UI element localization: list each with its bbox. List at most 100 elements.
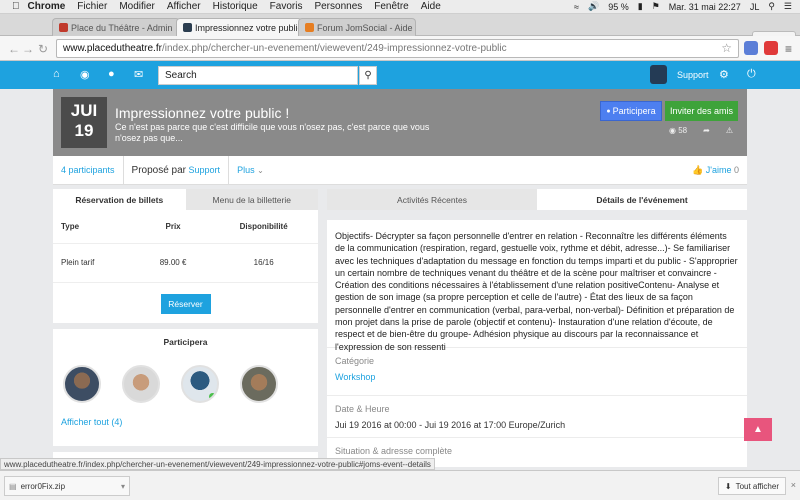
avatar[interactable]: [181, 365, 219, 403]
datetime-label: Date & Heure: [335, 404, 390, 414]
browser-tab-strip: Place du Théâtre - Admin × Impressionnez…: [0, 14, 800, 48]
proposed-by-label: Proposé par: [131, 164, 187, 176]
search-icon: ⚲: [364, 70, 372, 81]
avatar[interactable]: [650, 65, 667, 84]
online-indicator: [209, 393, 216, 400]
tab-recent-activity[interactable]: Activités Récentes: [327, 189, 537, 210]
menu-fenetre[interactable]: Fenêtre: [374, 1, 408, 12]
event-subtitle: Ce n'est pas parce que c'est difficile q…: [115, 122, 430, 143]
favicon-icon: [183, 23, 192, 32]
list-icon[interactable]: ☰: [784, 1, 792, 12]
tab-title: Forum JomSocial - Aide p: [317, 22, 416, 33]
tab-admin[interactable]: Place du Théâtre - Admin ×: [52, 18, 180, 36]
battery-text[interactable]: 95 %: [608, 2, 629, 12]
tab-forum[interactable]: Forum JomSocial - Aide p ×: [298, 18, 416, 36]
menu-personnes[interactable]: Personnes: [314, 1, 362, 12]
reserve-button[interactable]: Réserver: [160, 294, 211, 314]
volume-icon[interactable]: 🔊: [588, 1, 599, 12]
attendees-card: Participera Afficher tout (4): [53, 329, 318, 446]
event-date-box: JUI 19: [61, 97, 107, 148]
menu-afficher[interactable]: Afficher: [167, 1, 201, 12]
cell-price: 89.00 €: [159, 258, 187, 268]
col-type: Type: [53, 210, 137, 244]
table-header-row: Type Prix Disponibilité: [53, 210, 318, 244]
more-dropdown[interactable]: Plus: [237, 165, 255, 175]
tab-event[interactable]: Impressionnez votre public ×: [176, 18, 302, 36]
show-all-link[interactable]: Afficher tout (4): [53, 403, 318, 437]
menu-modifier[interactable]: Modifier: [119, 1, 155, 12]
search-icon[interactable]: ⚲: [768, 1, 775, 12]
proposer-link[interactable]: Support: [189, 165, 221, 175]
menu-favoris[interactable]: Favoris: [270, 1, 303, 12]
flag-icon[interactable]: ⚑: [652, 1, 660, 12]
reload-icon[interactable]: ↻: [38, 42, 48, 56]
battery-icon[interactable]: ▮: [638, 1, 643, 12]
menu-historique[interactable]: Historique: [213, 1, 258, 12]
tab-reservation[interactable]: Réservation de billets: [53, 189, 186, 210]
back-icon[interactable]: ←: [8, 42, 20, 56]
avatar[interactable]: [240, 365, 278, 403]
show-all-downloads-button[interactable]: ⬇ Tout afficher: [717, 477, 786, 495]
report-icon[interactable]: ⚠: [726, 126, 733, 135]
scroll-top-button[interactable]: ▲: [744, 418, 772, 441]
participate-button[interactable]: ● Participera: [600, 101, 662, 121]
chevron-down-icon[interactable]: ▾: [121, 482, 125, 491]
search-button[interactable]: ⚲: [359, 66, 377, 85]
extension-icon[interactable]: [744, 41, 758, 55]
clock-text[interactable]: Mar. 31 mai 22:27: [669, 2, 741, 12]
user-name[interactable]: JL: [750, 2, 760, 12]
views-count: ◉ 58: [669, 126, 687, 135]
event-description: Objectifs- Décrypter sa façon personnell…: [327, 220, 747, 352]
apple-icon[interactable]: : [12, 1, 20, 12]
url-field[interactable]: www.placedutheatre.fr/index.php/chercher…: [56, 39, 739, 58]
tab-ticket-menu[interactable]: Menu de la billetterie: [185, 189, 318, 210]
close-icon[interactable]: ×: [791, 480, 796, 490]
menu-aide[interactable]: Aide: [421, 1, 441, 12]
table-row: Plein tarif 89.00 € 16/16: [53, 243, 318, 282]
bookmark-star-icon[interactable]: ☆: [721, 41, 732, 55]
category-link[interactable]: Workshop: [335, 372, 739, 382]
search-input[interactable]: Search: [158, 66, 358, 85]
share-icon[interactable]: ➦: [703, 126, 710, 135]
left-column: Réservation de billets Menu de la billet…: [53, 189, 318, 488]
participants-link[interactable]: 4 participants: [61, 165, 115, 175]
power-icon[interactable]: ⏻: [747, 68, 756, 81]
event-day: 19: [74, 121, 94, 140]
event-month: JUI: [70, 101, 98, 120]
gear-icon[interactable]: ⚙: [719, 68, 729, 81]
mail-icon[interactable]: ✉: [134, 68, 143, 81]
globe-icon[interactable]: ◉: [80, 68, 90, 81]
right-column: Activités Récentes Détails de l'événemen…: [327, 189, 747, 467]
participate-label: Participera: [612, 106, 656, 116]
divider: [122, 155, 124, 185]
event-header: JUI 19 Impressionnez votre public ! Ce n…: [53, 89, 747, 156]
invite-friends-button[interactable]: Inviter des amis: [665, 101, 738, 121]
home-icon[interactable]: ⌂: [53, 68, 60, 80]
url-path: /index.php/chercher-un-evenement/vieweve…: [161, 43, 507, 54]
category-section: Catégorie Workshop: [327, 347, 747, 395]
wifi-icon[interactable]: ≈: [574, 2, 579, 12]
event-info-bar: 4 participants Proposé par Support Plus …: [53, 155, 747, 185]
opera-icon[interactable]: [764, 41, 778, 55]
chevron-down-icon[interactable]: ⌄: [257, 166, 264, 175]
download-item[interactable]: ▤ error0Fix.zip ▾: [4, 476, 130, 496]
menu-icon[interactable]: ≡: [785, 42, 792, 56]
like-label: J'aime: [705, 164, 732, 175]
menu-chrome[interactable]: Chrome: [28, 1, 66, 12]
show-all-label: Tout afficher: [735, 481, 779, 491]
menu-fichier[interactable]: Fichier: [77, 1, 107, 12]
tickets-card: Réservation de billets Menu de la billet…: [53, 189, 318, 323]
avatar[interactable]: [63, 365, 101, 403]
event-title: Impressionnez votre public !: [115, 105, 290, 121]
like-button[interactable]: 👍 J'aime 0: [692, 165, 739, 176]
eye-icon: ◉: [669, 126, 676, 135]
attendee-avatars: [53, 347, 318, 403]
tab-event-details[interactable]: Détails de l'événement: [537, 189, 747, 210]
tab-title: Place du Théâtre - Admin: [71, 22, 173, 33]
avatar[interactable]: [122, 365, 160, 403]
forward-icon[interactable]: →: [22, 42, 34, 56]
macos-menu-bar:  Chrome Fichier Modifier Afficher Histo…: [0, 0, 800, 14]
cell-availability: 16/16: [253, 258, 274, 268]
support-link[interactable]: Support: [677, 70, 709, 80]
user-icon[interactable]: ●: [108, 68, 115, 80]
